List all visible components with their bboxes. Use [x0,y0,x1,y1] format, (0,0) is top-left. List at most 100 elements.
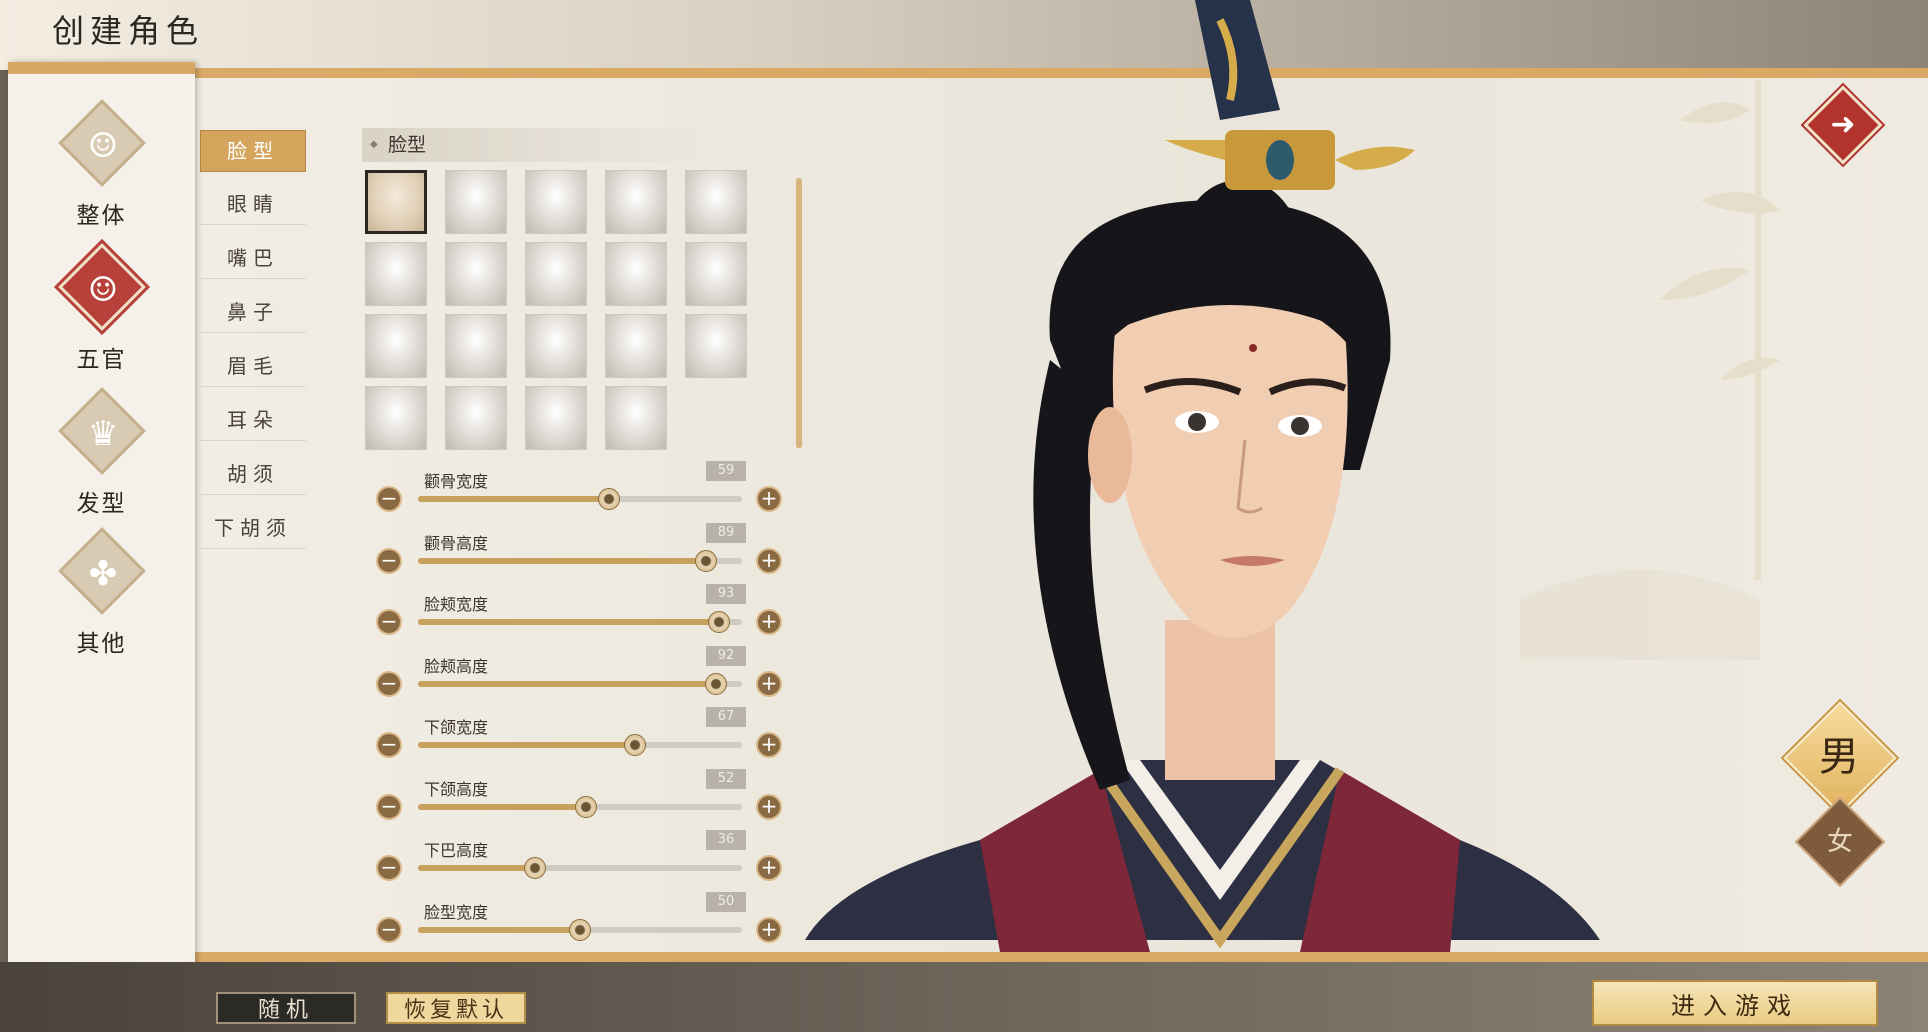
face-preset-thumb[interactable] [365,170,427,234]
random-button[interactable]: 随机 [216,992,356,1024]
decrease-button[interactable]: − [376,547,402,574]
face-preset-thumb[interactable] [365,314,427,378]
slider-label: 颧骨高度 [424,533,489,553]
category-label: 整体 [76,203,127,229]
face-preset-thumb[interactable] [525,170,587,234]
slider-fill [418,557,707,564]
face-preset-thumb[interactable] [605,242,667,306]
sub-ears[interactable]: 耳朵 [200,400,306,441]
slider-handle[interactable] [569,918,591,941]
sub-mouth[interactable]: 嘴巴 [200,238,306,279]
slider-track[interactable] [418,488,742,510]
slider-fill [418,865,535,871]
face-preset-thumb[interactable] [605,386,667,450]
face-preset-thumb[interactable] [525,242,587,306]
hairstyle-icon: ♛ [87,414,119,454]
preset-scrollbar[interactable] [796,178,802,448]
category-hairstyle[interactable]: ♛ 发型 [8,387,195,520]
slider-value: 67 [706,707,746,727]
slider-track[interactable] [418,611,742,633]
face-features-icon: ☺ [87,270,119,310]
slider-track[interactable] [418,672,742,695]
slider-handle[interactable] [523,857,546,879]
slider-label: 脸颊高度 [424,656,489,676]
slider-track[interactable] [418,795,742,818]
decrease-button[interactable]: − [376,793,402,820]
slider-row: 颧骨宽度 59 − + [374,461,794,518]
increase-button[interactable]: + [756,609,782,635]
slider-row: 下颌高度 52 − + [374,768,794,826]
increase-button[interactable]: + [756,547,782,574]
decrease-button[interactable]: − [376,855,402,881]
slider-row: 脸颊宽度 93 − + [374,584,794,641]
increase-button[interactable]: + [756,486,782,512]
clover-icon: ✤ [88,554,118,594]
character-portrait [800,0,1800,952]
slider-track[interactable] [418,549,742,572]
sub-beard[interactable]: 胡须 [200,454,306,495]
slider-label: 颧骨宽度 [424,472,489,491]
slider-label: 下颌高度 [424,779,489,799]
face-preset-thumb[interactable] [525,314,587,378]
face-outline-icon: ☺ [87,126,119,166]
decrease-button[interactable]: − [376,486,402,512]
face-preset-thumb[interactable] [365,386,427,450]
slider-fill [418,619,720,625]
slider-value: 36 [706,830,746,850]
slider-row: 脸型宽度 50 − + [374,891,794,949]
face-preset-thumb[interactable] [445,314,507,378]
slider-row: 下颌宽度 67 − + [374,707,794,764]
slider-handle[interactable] [624,734,647,756]
page-title: 创建角色 [52,12,205,50]
increase-button[interactable]: + [756,916,782,943]
increase-button[interactable]: + [756,670,782,697]
category-label: 发型 [76,491,127,517]
slider-handle[interactable] [575,795,598,818]
face-preset-thumb[interactable] [605,314,667,378]
face-preset-thumb[interactable] [685,314,747,378]
category-label: 五官 [76,347,127,373]
decrease-button[interactable]: − [376,670,402,697]
slider-value: 50 [706,891,746,912]
increase-button[interactable]: + [756,793,782,820]
category-overall[interactable]: ☺ 整体 [8,99,195,232]
face-preset-thumb[interactable] [605,170,667,234]
face-preset-thumb[interactable] [365,242,427,306]
sub-lower-beard[interactable]: 下胡须 [200,508,306,549]
decrease-button[interactable]: − [376,609,402,635]
face-preset-thumb[interactable] [685,242,747,306]
slider-track[interactable] [418,918,742,941]
face-preset-thumb[interactable] [445,386,507,450]
sub-eyes[interactable]: 眼睛 [200,184,306,225]
face-preset-thumb[interactable] [685,170,747,234]
face-preset-thumb[interactable] [445,242,507,306]
slider-handle[interactable] [705,672,728,695]
slider-row: 下巴高度 36 − + [374,830,794,887]
increase-button[interactable]: + [756,855,782,881]
increase-button[interactable]: + [756,732,782,758]
decrease-button[interactable]: − [376,916,402,943]
slider-handle[interactable] [708,611,731,633]
category-other[interactable]: ✤ 其他 [8,527,195,660]
slider-track[interactable] [418,857,742,879]
slider-value: 92 [706,645,746,666]
decrease-button[interactable]: − [376,732,402,758]
sub-face-shape[interactable]: 脸型 [200,130,306,172]
face-preset-thumb[interactable] [445,170,507,234]
category-label: 其他 [76,631,127,657]
slider-fill [418,926,580,933]
sub-nose[interactable]: 鼻子 [200,292,306,333]
slider-fill [418,680,717,687]
slider-label: 下颌宽度 [424,718,489,737]
category-features[interactable]: ☺ 五官 [8,243,195,376]
reset-default-button[interactable]: 恢复默认 [386,992,526,1024]
section-header: 脸型 [362,128,740,162]
slider-track[interactable] [418,734,742,756]
enter-game-button[interactable]: 进入游戏 [1592,980,1878,1026]
slider-handle[interactable] [695,549,718,572]
slider-handle[interactable] [598,488,621,510]
face-preset-thumb[interactable] [525,386,587,450]
slider-fill [418,742,636,748]
sub-eyebrows[interactable]: 眉毛 [200,346,306,387]
slider-fill [418,496,610,502]
